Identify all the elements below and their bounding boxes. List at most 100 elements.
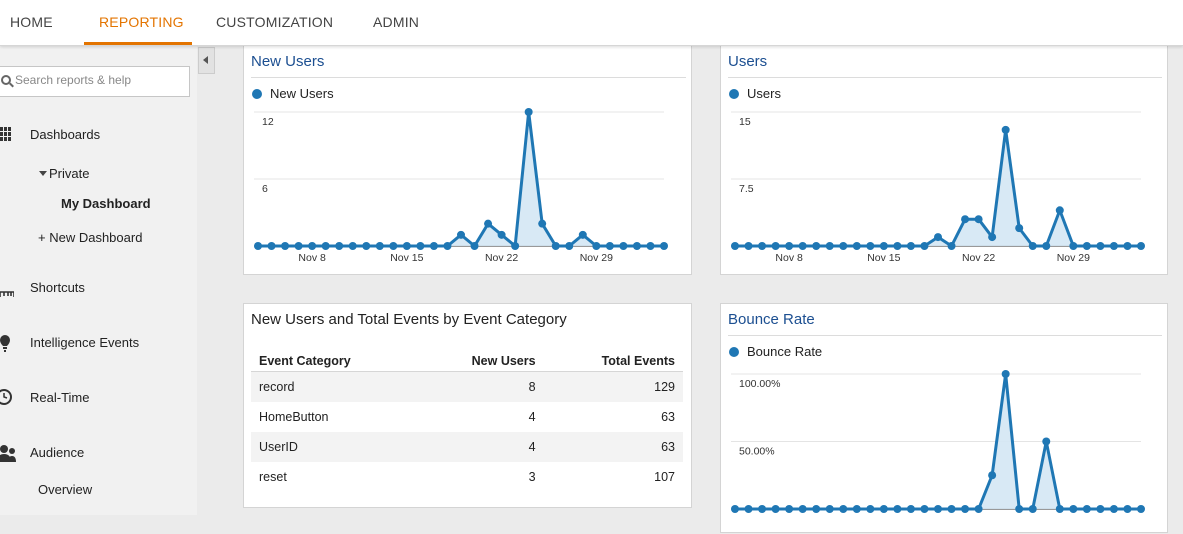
- table-cell: 8: [418, 371, 544, 402]
- data-point: [731, 242, 739, 250]
- widget-users: Users Users 15 7.5 Nov 8 Nov 15 Nov 22 Nov 29: [720, 45, 1168, 275]
- data-point: [348, 242, 357, 250]
- data-point: [267, 242, 276, 250]
- tab-reporting[interactable]: REPORTING: [99, 14, 184, 30]
- data-point: [1137, 242, 1145, 250]
- tab-admin[interactable]: ADMIN: [373, 14, 419, 30]
- data-point: [758, 242, 767, 250]
- users-line-chart: 15 7.5 Nov 8 Nov 15 Nov 22 Nov 29: [731, 111, 1145, 264]
- data-point: [362, 242, 371, 250]
- data-point: [1015, 505, 1024, 513]
- data-point: [1015, 224, 1024, 233]
- data-point: [1096, 242, 1105, 250]
- data-point: [771, 505, 780, 513]
- table-cell: 4: [528, 410, 536, 424]
- widget-new-users: New Users New Users 12 6 Nov 8 Nov 15 Nov 22…: [243, 45, 692, 275]
- table-cell: 129: [543, 371, 683, 402]
- table-cell: 3: [528, 470, 536, 484]
- data-point: [1028, 505, 1037, 513]
- data-point: [1082, 505, 1091, 513]
- data-point: [961, 215, 970, 224]
- data-point: [731, 505, 739, 513]
- column-header[interactable]: New Users: [418, 351, 544, 372]
- dashboards-grid-icon: [0, 127, 12, 141]
- data-point: [947, 505, 956, 513]
- sidebar-item-shortcuts[interactable]: Shortcuts: [30, 280, 85, 295]
- data-point: [934, 505, 942, 513]
- x-tick-label: Nov 8: [298, 252, 326, 264]
- sidebar-item-private[interactable]: Private: [49, 166, 89, 181]
- table-cell: reset: [259, 470, 287, 484]
- sidebar-item-dashboards[interactable]: Dashboards: [30, 127, 100, 142]
- data-point: [1069, 505, 1078, 513]
- x-tick-label: Nov 15: [867, 252, 900, 264]
- data-point: [1055, 206, 1064, 215]
- x-tick-label: Nov 22: [962, 252, 995, 264]
- sidebar-item-real-time[interactable]: Real-Time: [30, 390, 89, 405]
- y-tick-label: 12: [262, 116, 274, 128]
- table-cell: UserID: [251, 432, 419, 462]
- column-header[interactable]: Total Events: [543, 351, 683, 372]
- data-point: [906, 242, 915, 250]
- data-point: [798, 505, 807, 513]
- data-point: [470, 242, 479, 250]
- y-tick-label: 7.5: [739, 183, 754, 195]
- x-tick-label: Nov 29: [1057, 252, 1090, 264]
- x-tick-label: Nov 15: [390, 252, 423, 264]
- sidebar-item-audience[interactable]: Audience: [30, 445, 84, 460]
- column-header[interactable]: Event Category: [251, 351, 419, 372]
- sidebar-item-intelligence-events[interactable]: Intelligence Events: [30, 335, 139, 350]
- data-point: [592, 242, 601, 250]
- sidebar-item-overview[interactable]: Overview: [38, 482, 92, 497]
- table-row: reset 3 107: [251, 462, 683, 492]
- data-point: [893, 242, 902, 250]
- data-point: [879, 505, 888, 513]
- search-box: [0, 66, 190, 97]
- data-point: [825, 505, 834, 513]
- data-point: [920, 242, 929, 250]
- new-users-line-chart: 12 6 Nov 8 Nov 15 Nov 22 Nov 29: [254, 108, 668, 264]
- sidebar-item-new-dashboard[interactable]: + New Dashboard: [38, 230, 142, 245]
- data-point: [524, 108, 533, 116]
- data-point: [321, 242, 330, 250]
- search-input[interactable]: [15, 73, 183, 87]
- data-point: [1082, 242, 1091, 250]
- data-point: [906, 505, 915, 513]
- data-point: [798, 242, 807, 250]
- data-point: [511, 242, 520, 250]
- tab-home[interactable]: HOME: [10, 14, 53, 30]
- lightbulb-icon: [0, 334, 10, 352]
- data-point: [866, 242, 875, 250]
- data-point: [551, 242, 560, 250]
- x-tick-label: Nov 29: [580, 252, 613, 264]
- data-point: [1028, 242, 1037, 250]
- widget-title: New Users and Total Events by Event Cate…: [251, 311, 567, 328]
- table-cell: 107: [654, 470, 675, 484]
- data-point: [852, 242, 861, 250]
- data-point: [961, 505, 970, 513]
- data-point: [538, 219, 547, 228]
- data-point: [839, 505, 848, 513]
- y-tick-label: 100.00%: [739, 378, 780, 390]
- sidebar-item-my-dashboard[interactable]: My Dashboard: [61, 196, 151, 211]
- bounce-rate-line-chart: 100.00% 50.00%: [731, 370, 1145, 513]
- data-point: [785, 505, 794, 513]
- tab-customization[interactable]: CUSTOMIZATION: [216, 14, 333, 30]
- table-cell: record: [251, 371, 419, 402]
- table-row: UserID 4 63: [251, 432, 683, 462]
- data-point: [974, 215, 983, 224]
- collapse-sidebar-button[interactable]: [198, 47, 215, 74]
- data-point: [632, 242, 641, 250]
- data-point: [812, 505, 821, 513]
- data-point: [771, 242, 780, 250]
- data-point: [1001, 370, 1010, 378]
- data-point: [308, 242, 317, 250]
- data-point: [660, 242, 668, 250]
- data-point: [1055, 505, 1064, 513]
- data-point: [254, 242, 262, 250]
- data-point: [1109, 505, 1118, 513]
- y-tick-label: 50.00%: [739, 446, 775, 458]
- data-point: [335, 242, 344, 250]
- table-row: HomeButton 4 63: [251, 402, 683, 432]
- data-point: [402, 242, 411, 250]
